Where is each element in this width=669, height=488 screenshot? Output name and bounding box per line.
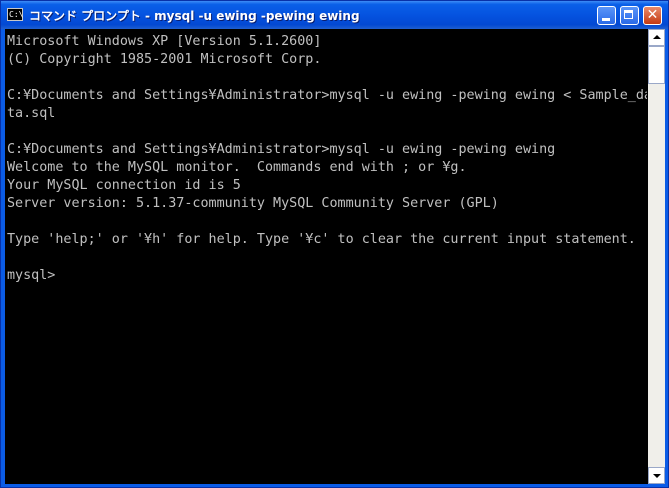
close-button[interactable]: ✕ (643, 6, 662, 25)
console-line: (C) Copyright 1985-2001 Microsoft Corp. (7, 52, 322, 67)
console-line: Server version: 5.1.37-community MySQL C… (7, 196, 499, 211)
maximize-button[interactable] (620, 6, 639, 25)
console-icon[interactable]: C:\ (7, 8, 23, 21)
console-icon-text: C:\ (9, 10, 24, 19)
vertical-scrollbar[interactable] (648, 29, 665, 484)
scrollbar-thumb[interactable] (648, 46, 665, 84)
console-line: ta.sql (7, 106, 56, 121)
console-line: Type 'help;' or '¥h' for help. Type '¥c'… (7, 232, 636, 247)
console-line: Your MySQL connection id is 5 (7, 178, 241, 193)
console-line: C:¥Documents and Settings¥Administrator>… (7, 142, 556, 157)
window-title: コマンド プロンプト - mysql -u ewing -pewing ewin… (29, 9, 360, 23)
console-line: Microsoft Windows XP [Version 5.1.2600] (7, 34, 322, 49)
console-line: C:¥Documents and Settings¥Administrator>… (7, 88, 647, 103)
minimize-icon (602, 18, 610, 21)
title-bar[interactable]: C:\ コマンド プロンプト - mysql -u ewing -pewing … (1, 1, 668, 29)
scroll-down-arrow-icon (653, 474, 661, 478)
minimize-button[interactable] (597, 6, 616, 25)
scroll-up-arrow-icon (653, 35, 661, 39)
scroll-down-button[interactable] (648, 467, 665, 484)
command-prompt-window: C:\ コマンド プロンプト - mysql -u ewing -pewing … (0, 0, 669, 488)
close-icon: ✕ (646, 7, 659, 23)
console-area[interactable]: Microsoft Windows XP [Version 5.1.2600] (… (5, 29, 665, 484)
console-line: Welcome to the MySQL monitor. Commands e… (7, 160, 467, 175)
console-output[interactable]: Microsoft Windows XP [Version 5.1.2600] (… (7, 33, 647, 478)
console-line: mysql> (7, 268, 56, 283)
maximize-icon (624, 10, 633, 19)
scroll-up-button[interactable] (648, 29, 665, 46)
